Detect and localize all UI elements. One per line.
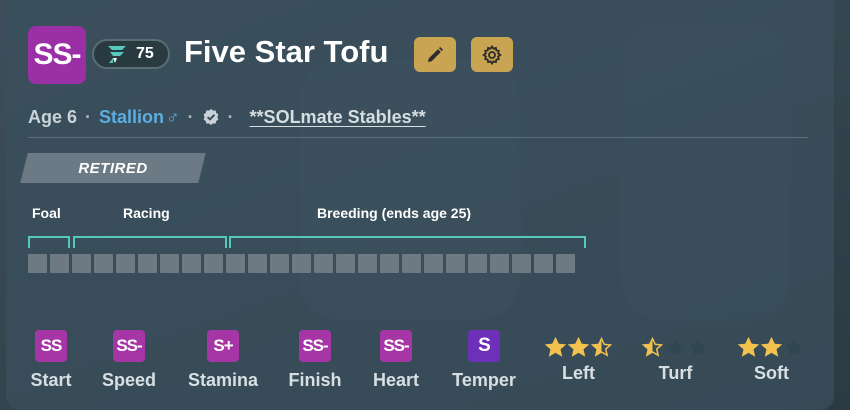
age-cell xyxy=(314,254,333,273)
stat-start: SS Start xyxy=(28,330,74,391)
stat-label: Stamina xyxy=(187,370,259,390)
age-text: Age 6 xyxy=(28,106,78,127)
class-rating-pill[interactable]: 75 xyxy=(92,39,170,69)
racing-bracket xyxy=(73,236,227,248)
pref-soft: Soft xyxy=(734,337,809,384)
star-empty-icon xyxy=(666,338,685,356)
age-cell xyxy=(446,254,465,273)
class-rating-value: 75 xyxy=(136,45,154,62)
phase-label-foal: Foal xyxy=(32,205,61,221)
age-cell xyxy=(248,254,267,273)
divider xyxy=(28,137,808,138)
age-cell xyxy=(534,254,553,273)
foal-bracket xyxy=(28,236,70,248)
horse-card: SS- 75 Five Star Tofu Age 6 · Stallion ♂… xyxy=(6,0,834,410)
class-rating-icon xyxy=(108,46,126,63)
stat-heart: SS- Heart xyxy=(367,330,425,391)
age-cell xyxy=(204,254,223,273)
stable-link[interactable]: **SOLmate Stables** xyxy=(250,107,426,128)
stat-finish: SS- Finish xyxy=(285,330,345,391)
stat-label: Finish xyxy=(288,370,342,390)
pencil-icon xyxy=(428,46,443,62)
grade-badge: SS- xyxy=(299,330,331,362)
horse-name: Five Star Tofu xyxy=(184,34,389,69)
age-cell xyxy=(270,254,289,273)
age-timeline xyxy=(28,254,575,273)
stat-label: Start xyxy=(30,370,72,390)
stat-label: Speed xyxy=(101,370,157,390)
overall-grade-badge: SS- xyxy=(28,26,86,84)
age-cell xyxy=(556,254,575,273)
age-cell xyxy=(512,254,531,273)
phase-label-breeding: Breeding (ends age 25) xyxy=(317,205,472,221)
sex-text: Stallion xyxy=(99,106,165,127)
age-cell xyxy=(358,254,377,273)
star-full-icon xyxy=(738,337,759,357)
age-cell xyxy=(490,254,509,273)
star-full-icon xyxy=(545,337,566,357)
age-cell xyxy=(160,254,179,273)
stat-temper: S Temper xyxy=(447,330,521,391)
star-full-icon xyxy=(761,337,782,357)
age-cell xyxy=(292,254,311,273)
star-half-icon xyxy=(642,337,663,357)
star-empty-icon xyxy=(689,338,708,356)
age-cell xyxy=(402,254,421,273)
grade-badge: SS- xyxy=(380,330,412,362)
age-cell xyxy=(28,254,47,273)
star-rating xyxy=(545,337,612,358)
settings-button[interactable] xyxy=(471,37,513,72)
star-full-icon xyxy=(568,337,589,357)
star-half-icon xyxy=(591,337,612,357)
age-cell xyxy=(380,254,399,273)
stat-label: Heart xyxy=(372,370,420,390)
breeding-bracket xyxy=(229,236,586,248)
age-cell xyxy=(116,254,135,273)
age-cell xyxy=(424,254,443,273)
star-rating xyxy=(738,337,805,358)
separator-dot: · xyxy=(227,106,234,127)
grade-badge: S+ xyxy=(207,330,239,362)
status-badge: RETIRED xyxy=(78,159,148,177)
age-cell xyxy=(468,254,487,273)
edit-button[interactable] xyxy=(414,37,456,72)
star-rating xyxy=(642,337,709,358)
star-empty-icon xyxy=(785,338,804,356)
age-cell xyxy=(226,254,245,273)
pref-label: Soft xyxy=(754,363,789,383)
age-cell xyxy=(50,254,69,273)
separator-dot: · xyxy=(187,106,194,127)
grade-badge: SS xyxy=(35,330,67,362)
pref-turf: Turf xyxy=(638,337,713,384)
separator-dot: · xyxy=(85,106,92,127)
stat-speed: SS- Speed xyxy=(97,330,161,391)
stat-stamina: S+ Stamina xyxy=(184,330,262,391)
pref-label: Turf xyxy=(658,363,693,383)
age-cell xyxy=(182,254,201,273)
age-cell xyxy=(138,254,157,273)
stat-label: Temper xyxy=(452,370,516,390)
gear-icon xyxy=(482,44,502,65)
male-icon: ♂ xyxy=(166,106,180,127)
phase-label-racing: Racing xyxy=(123,205,170,221)
pref-label: Left xyxy=(562,363,595,383)
age-cell xyxy=(72,254,91,273)
grade-badge: SS- xyxy=(113,330,145,362)
age-cell xyxy=(336,254,355,273)
pref-left: Left xyxy=(541,337,616,384)
grade-badge: S xyxy=(468,330,500,362)
verified-badge-icon xyxy=(203,109,218,125)
horse-info-row: Age 6 · Stallion ♂ · · **SOLmate Stables… xyxy=(28,106,426,128)
age-cell xyxy=(94,254,113,273)
